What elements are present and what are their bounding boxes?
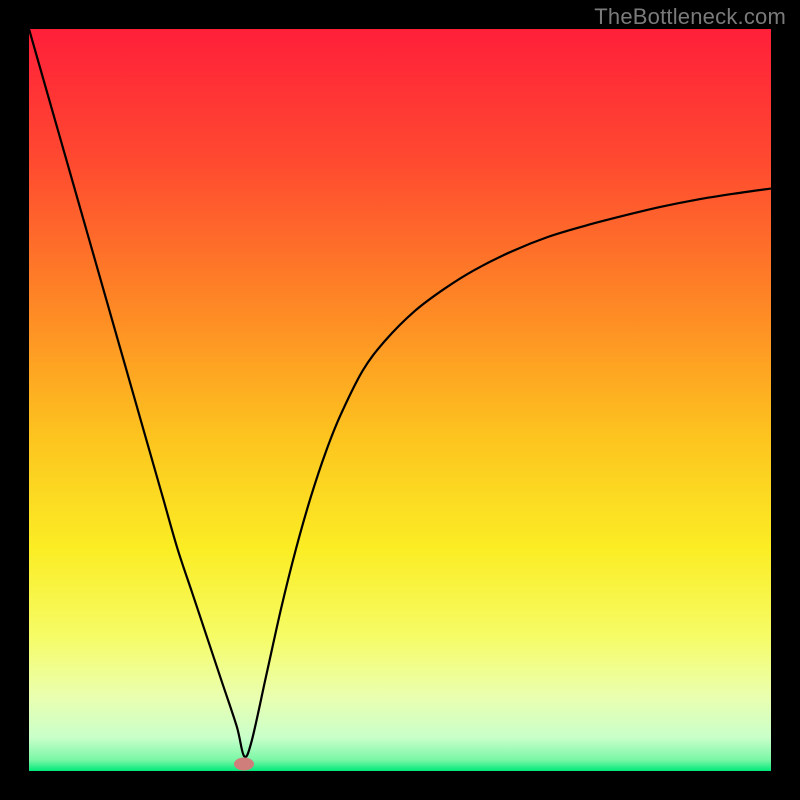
valley-marker [234, 757, 254, 770]
attribution-text: TheBottleneck.com [594, 4, 786, 30]
bottleneck-curve [29, 29, 771, 771]
plot-area [29, 29, 771, 771]
chart-frame: TheBottleneck.com [0, 0, 800, 800]
